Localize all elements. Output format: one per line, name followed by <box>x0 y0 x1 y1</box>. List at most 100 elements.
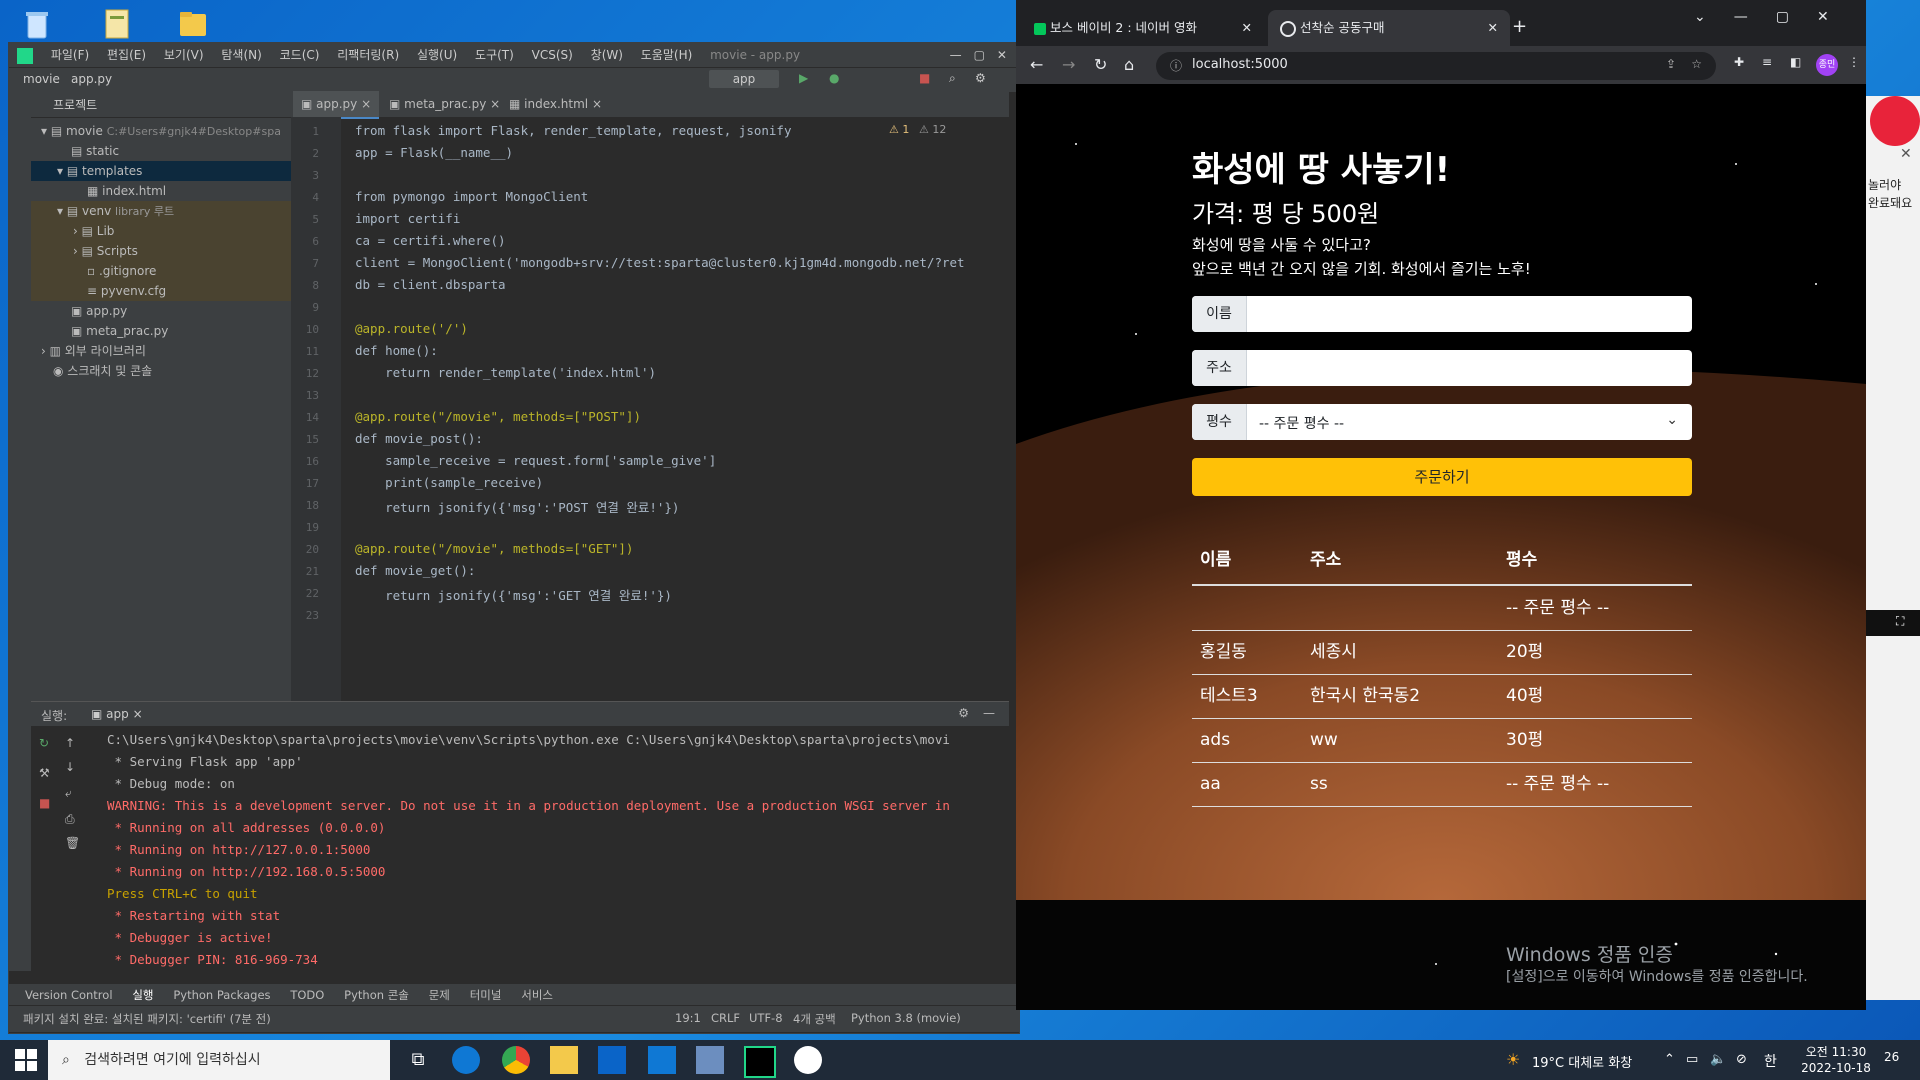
tab-meta-prac[interactable]: ▣ meta_prac.py × <box>381 91 508 117</box>
code-line[interactable]: sample_receive = request.form['sample_gi… <box>355 453 716 468</box>
debug-icon[interactable]: ● <box>829 71 839 85</box>
wrench-icon[interactable]: ⚒ <box>39 766 50 780</box>
run-icon[interactable]: ▶ <box>799 71 808 85</box>
browser-window-controls[interactable]: ⌄ — ▢ ✕ <box>1694 6 1829 26</box>
tree-item-meta-prac[interactable]: ▣ meta_prac.py <box>31 321 331 341</box>
close-tab-icon[interactable]: ✕ <box>1242 10 1252 46</box>
menu-run[interactable]: 실행(U) <box>417 43 457 67</box>
tree-item-templates[interactable]: ▾ ▤ templates <box>31 161 317 181</box>
network-icon[interactable]: ▭ <box>1686 1052 1698 1067</box>
clock-date[interactable]: 2022-10-18 <box>1796 1061 1876 1075</box>
name-input[interactable] <box>1247 296 1692 332</box>
browser-tab-naver[interactable]: 보스 베이비 2 : 네이버 영화 ✕ <box>1022 10 1264 46</box>
run-settings-icon[interactable]: ⚙ <box>958 706 969 720</box>
code-editor[interactable]: ▣ app.py × ▣ meta_prac.py × ▦ index.html… <box>291 91 1009 701</box>
tree-item-scripts[interactable]: › ▤ Scripts <box>31 241 333 261</box>
code-line[interactable]: @app.route("/movie", methods=["POST"]) <box>355 409 641 424</box>
red-circle-button[interactable] <box>1870 96 1920 146</box>
code-line[interactable]: @app.route('/') <box>355 321 468 336</box>
tree-item-external-libs[interactable]: › ▥ 외부 라이브러리 <box>31 341 301 361</box>
search-icon[interactable]: ⌕ <box>949 71 956 86</box>
recycle-bin-icon[interactable] <box>20 6 54 42</box>
menu-navigate[interactable]: 탐색(N) <box>221 43 261 67</box>
tool-tab-todo[interactable]: TODO <box>290 984 324 1006</box>
code-line[interactable]: client = MongoClient('mongodb+srv://test… <box>355 255 965 270</box>
tool-tab-problems[interactable]: 문제 <box>429 984 450 1006</box>
browser-tab-active[interactable]: 선착순 공동구매 ✕ <box>1268 10 1510 46</box>
status-line-sep[interactable]: CRLF <box>711 1011 740 1025</box>
task-view-icon[interactable]: ⧉ <box>404 1046 432 1074</box>
file-explorer-icon[interactable] <box>550 1046 578 1074</box>
back-icon[interactable]: ← <box>1030 55 1043 74</box>
run-minimize-icon[interactable]: — <box>983 706 995 720</box>
status-interpreter[interactable]: Python 3.8 (movie) <box>851 1011 961 1025</box>
clock-time[interactable]: 오전 11:30 <box>1796 1043 1876 1060</box>
tree-item-lib[interactable]: › ▤ Lib <box>31 221 333 241</box>
app-icon[interactable] <box>696 1046 724 1074</box>
run-config-select[interactable]: app <box>709 70 779 88</box>
forward-icon[interactable]: → <box>1062 55 1075 74</box>
app-icon[interactable] <box>794 1046 822 1074</box>
address-bar[interactable]: ⓘ localhost:5000 ⇪ ☆ <box>1156 52 1716 80</box>
menu-vcs[interactable]: VCS(S) <box>532 43 573 67</box>
breadcrumb-project[interactable]: movie <box>23 72 60 86</box>
trash-icon[interactable]: 🗑 <box>65 836 80 850</box>
project-panel-title[interactable]: 프로젝트 <box>53 96 97 113</box>
tree-item-venv[interactable]: ▾ ▤ venv library 루트 <box>31 201 317 221</box>
menu-tools[interactable]: 도구(T) <box>475 43 514 67</box>
menu-view[interactable]: 보기(V) <box>164 43 204 67</box>
tool-tab-terminal[interactable]: 터미널 <box>470 984 502 1006</box>
status-message[interactable]: 패키지 설치 완료: 설치된 패키지: 'certifi' (7분 전) <box>23 1011 271 1027</box>
menu-file[interactable]: 파일(F) <box>51 43 89 67</box>
tree-item-app-py[interactable]: ▣ app.py <box>31 301 331 321</box>
close-tab-icon[interactable]: ✕ <box>1488 10 1498 46</box>
code-line[interactable]: def home(): <box>355 343 438 358</box>
status-encoding[interactable]: UTF-8 <box>749 1011 783 1025</box>
code-line[interactable]: from pymongo import MongoClient <box>355 189 588 204</box>
code-line[interactable]: @app.route("/movie", methods=["GET"]) <box>355 541 633 556</box>
store-icon[interactable] <box>598 1046 626 1074</box>
tab-app-py[interactable]: ▣ app.py × <box>293 91 380 119</box>
start-windows-icon[interactable] <box>12 1046 40 1074</box>
code-line[interactable]: import certifi <box>355 211 460 226</box>
folder-icon[interactable] <box>176 6 210 42</box>
info-icon[interactable]: ⓘ <box>1170 57 1182 74</box>
code-line[interactable]: app = Flask(__name__) <box>355 145 513 160</box>
weather-text[interactable]: 19°C 대체로 화창 <box>1532 1052 1632 1071</box>
settings-icon[interactable]: ⚙ <box>975 71 986 85</box>
soft-wrap-icon[interactable]: ⤶ <box>65 786 72 801</box>
breadcrumb-file[interactable]: app.py <box>71 72 112 86</box>
ime-indicator[interactable]: 한 <box>1764 1051 1777 1071</box>
menu-window[interactable]: 창(W) <box>591 43 623 67</box>
chrome-icon[interactable] <box>502 1046 530 1074</box>
extensions-icon[interactable]: ✚ <box>1734 55 1744 69</box>
scroll-up-icon[interactable]: ↑ <box>65 736 75 750</box>
code-line[interactable]: def movie_get(): <box>355 563 475 578</box>
rerun-icon[interactable]: ↻ <box>39 736 49 750</box>
tree-item-movie[interactable]: ▾ ▤ movie C:#Users#gnjk4#Desktop#spa <box>31 121 301 141</box>
code-line[interactable]: return jsonify({'msg':'GET 연결 완료!'}) <box>355 585 672 604</box>
tool-tab-python-packages[interactable]: Python Packages <box>173 984 270 1006</box>
tool-tab-version-control[interactable]: Version Control <box>25 984 113 1006</box>
status-indent[interactable]: 4개 공백 <box>793 1011 836 1027</box>
tab-index-html[interactable]: ▦ index.html × <box>501 91 610 117</box>
profile-avatar[interactable]: 종민 <box>1816 54 1838 76</box>
home-icon[interactable]: ⌂ <box>1124 55 1134 74</box>
tool-tab-python-console[interactable]: Python 콘솔 <box>344 984 409 1006</box>
print-icon[interactable]: ⎙ <box>65 812 75 827</box>
tool-tab-services[interactable]: 서비스 <box>521 984 553 1006</box>
menu-edit[interactable]: 편집(E) <box>107 43 146 67</box>
stop-run-icon[interactable]: ■ <box>39 796 50 810</box>
mail-icon[interactable] <box>648 1046 676 1074</box>
volume-icon[interactable]: 🔈 <box>1710 1052 1726 1067</box>
stop-icon[interactable]: ■ <box>919 71 930 85</box>
status-caret[interactable]: 19:1 <box>675 1011 701 1025</box>
address-input[interactable] <box>1247 350 1692 386</box>
warning-count[interactable]: ⚠ 1 <box>889 123 909 136</box>
file-icon[interactable] <box>100 6 134 42</box>
run-tab-app[interactable]: ▣ app × <box>91 707 143 721</box>
close-icon[interactable]: ✕ <box>1900 146 1912 162</box>
code-line[interactable]: return jsonify({'msg':'POST 연결 완료!'}) <box>355 497 679 516</box>
taskbar-search-input[interactable]: ⌕ 검색하려면 여기에 입력하십시 <box>48 1040 390 1080</box>
code-line[interactable]: from flask import Flask, render_template… <box>355 123 792 138</box>
